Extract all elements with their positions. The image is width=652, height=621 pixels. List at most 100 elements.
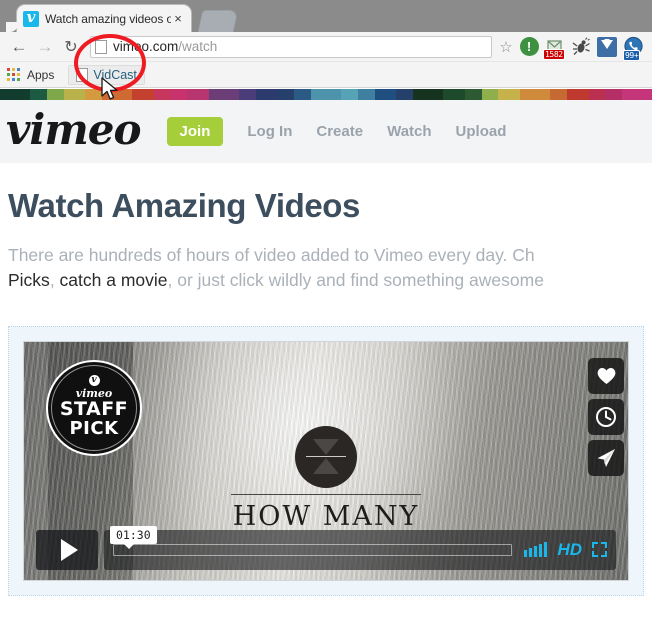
browser-window: Watch amazing videos on × ← → ↻ vimeo.co… bbox=[0, 0, 652, 621]
close-icon[interactable]: × bbox=[171, 12, 185, 25]
stripe-segment bbox=[621, 89, 652, 100]
download-extension-icon[interactable] bbox=[594, 34, 620, 60]
triangle-up-shape bbox=[313, 458, 339, 475]
phone-badge: 99+ bbox=[623, 49, 641, 61]
join-button[interactable]: Join bbox=[166, 117, 224, 146]
stripe-segment bbox=[519, 89, 551, 100]
video-card[interactable]: v vimeo STAFF PICK HOW MANY HD 01:30 bbox=[23, 340, 629, 581]
stripe-segment bbox=[566, 89, 589, 100]
play-button[interactable] bbox=[36, 529, 98, 570]
logo-divider bbox=[306, 456, 346, 458]
lede-link-catch-a-movie[interactable]: catch a movie bbox=[60, 270, 168, 290]
lede-line-2: Picks, catch a movie, or just click wild… bbox=[8, 268, 648, 293]
share-icon[interactable] bbox=[588, 439, 624, 476]
stripe-segment bbox=[0, 89, 31, 100]
page-info-icon[interactable] bbox=[95, 39, 107, 54]
site-header: vimeo Join Log In Create Watch Upload bbox=[0, 100, 652, 163]
bug-extension-icon[interactable] bbox=[568, 34, 594, 60]
staff-pick-dot-icon: v bbox=[88, 374, 100, 386]
stripe-segment bbox=[396, 89, 413, 100]
mail-extension-icon[interactable]: 1582 bbox=[542, 34, 568, 60]
url-domain: vimeo.com bbox=[113, 39, 179, 54]
color-stripe-banner bbox=[0, 89, 652, 100]
bookmark-label: VidCast bbox=[93, 67, 137, 82]
page-title: Watch Amazing Videos bbox=[8, 187, 361, 224]
stripe-segment bbox=[132, 89, 154, 100]
nav-link-create[interactable]: Create bbox=[316, 123, 363, 140]
video-side-actions bbox=[588, 357, 624, 476]
staff-pick-badge: v vimeo STAFF PICK bbox=[46, 359, 142, 456]
tab-title: Watch amazing videos on bbox=[45, 11, 171, 26]
stripe-segment bbox=[101, 89, 133, 100]
stripe-segment bbox=[357, 89, 375, 100]
like-icon[interactable] bbox=[588, 357, 624, 394]
stripe-segment bbox=[464, 89, 482, 100]
staff-pick-line-2: PICK bbox=[69, 417, 119, 439]
page-content: Watch Amazing Videos There are hundreds … bbox=[0, 187, 652, 596]
stripe-segment bbox=[588, 89, 606, 100]
stripe-segment bbox=[374, 89, 397, 100]
url-path: /watch bbox=[178, 39, 218, 54]
duration-tooltip: 01:30 bbox=[110, 525, 157, 549]
stripe-segment bbox=[498, 89, 520, 100]
download-arrow-glyph bbox=[597, 36, 617, 57]
nav-link-watch[interactable]: Watch bbox=[387, 123, 431, 140]
film-title: HOW MANY bbox=[232, 500, 420, 532]
apps-grid-icon[interactable] bbox=[7, 68, 20, 81]
stripe-segment bbox=[481, 89, 499, 100]
nav-link-upload[interactable]: Upload bbox=[456, 123, 507, 140]
browser-tab[interactable]: Watch amazing videos on × bbox=[6, 4, 192, 32]
film-logo-icon bbox=[295, 425, 357, 488]
stripe-segment bbox=[30, 89, 47, 100]
nav-link-login[interactable]: Log In bbox=[247, 123, 292, 140]
fullscreen-icon[interactable] bbox=[592, 542, 607, 558]
back-icon[interactable]: ← bbox=[6, 34, 32, 60]
green-exclamation-glyph: ! bbox=[519, 37, 539, 56]
forward-icon[interactable]: → bbox=[32, 34, 58, 60]
stripe-segment bbox=[412, 89, 444, 100]
lede-link-picks[interactable]: Picks bbox=[8, 270, 50, 290]
lede-text-1: There are hundreds of hours of video add… bbox=[8, 245, 535, 265]
stripe-segment bbox=[85, 89, 102, 100]
vimeo-logo[interactable]: vimeo bbox=[6, 108, 142, 155]
bookmarks-bar: Apps VidCast bbox=[0, 62, 652, 88]
control-bar: HD bbox=[104, 529, 616, 570]
bookmark-vidcast[interactable]: VidCast bbox=[68, 64, 145, 85]
browser-toolbar: ← → ↻ vimeo.com/watch ☆ ! 1582 99+ bbox=[0, 32, 652, 62]
green-exclamation-icon[interactable]: ! bbox=[516, 34, 542, 60]
stripe-segment bbox=[443, 89, 465, 100]
staff-pick-line-1: STAFF bbox=[59, 397, 129, 420]
stripe-segment bbox=[153, 89, 171, 100]
mail-badge: 1582 bbox=[543, 48, 565, 60]
address-bar[interactable]: vimeo.com/watch bbox=[90, 35, 492, 58]
phone-extension-icon[interactable]: 99+ bbox=[620, 34, 646, 61]
stripe-segment bbox=[170, 89, 188, 100]
stripe-segment bbox=[187, 89, 209, 100]
lede-text-2: , or just click wildly and find somethin… bbox=[167, 270, 544, 291]
triangle-down-shape bbox=[313, 439, 339, 456]
lede-line-1: There are hundreds of hours of video add… bbox=[8, 243, 648, 268]
stripe-segment bbox=[255, 89, 278, 100]
stripe-segment bbox=[294, 89, 311, 100]
stripe-segment bbox=[63, 89, 86, 100]
film-title-rule bbox=[231, 493, 421, 495]
apps-label[interactable]: Apps bbox=[27, 68, 54, 82]
stripe-segment bbox=[239, 89, 256, 100]
stripe-segment bbox=[341, 89, 358, 100]
film-title-block: HOW MANY bbox=[231, 493, 421, 532]
bookmark-star-icon[interactable]: ☆ bbox=[496, 38, 516, 56]
stripe-segment bbox=[605, 89, 622, 100]
hd-badge[interactable]: HD bbox=[557, 540, 582, 560]
stripe-segment bbox=[46, 89, 64, 100]
new-tab-button[interactable] bbox=[197, 10, 239, 32]
url-text: vimeo.com/watch bbox=[113, 39, 217, 54]
stripe-segment bbox=[277, 89, 295, 100]
lede-sep: , bbox=[49, 270, 60, 291]
bookmark-page-icon bbox=[76, 67, 89, 82]
progress-bar[interactable] bbox=[113, 543, 513, 556]
watch-later-icon[interactable] bbox=[588, 398, 624, 435]
volume-control[interactable] bbox=[524, 542, 548, 558]
reload-icon[interactable]: ↻ bbox=[58, 34, 84, 60]
vimeo-favicon-icon bbox=[23, 8, 39, 27]
page-viewport: vimeo Join Log In Create Watch Upload Wa… bbox=[0, 89, 652, 621]
